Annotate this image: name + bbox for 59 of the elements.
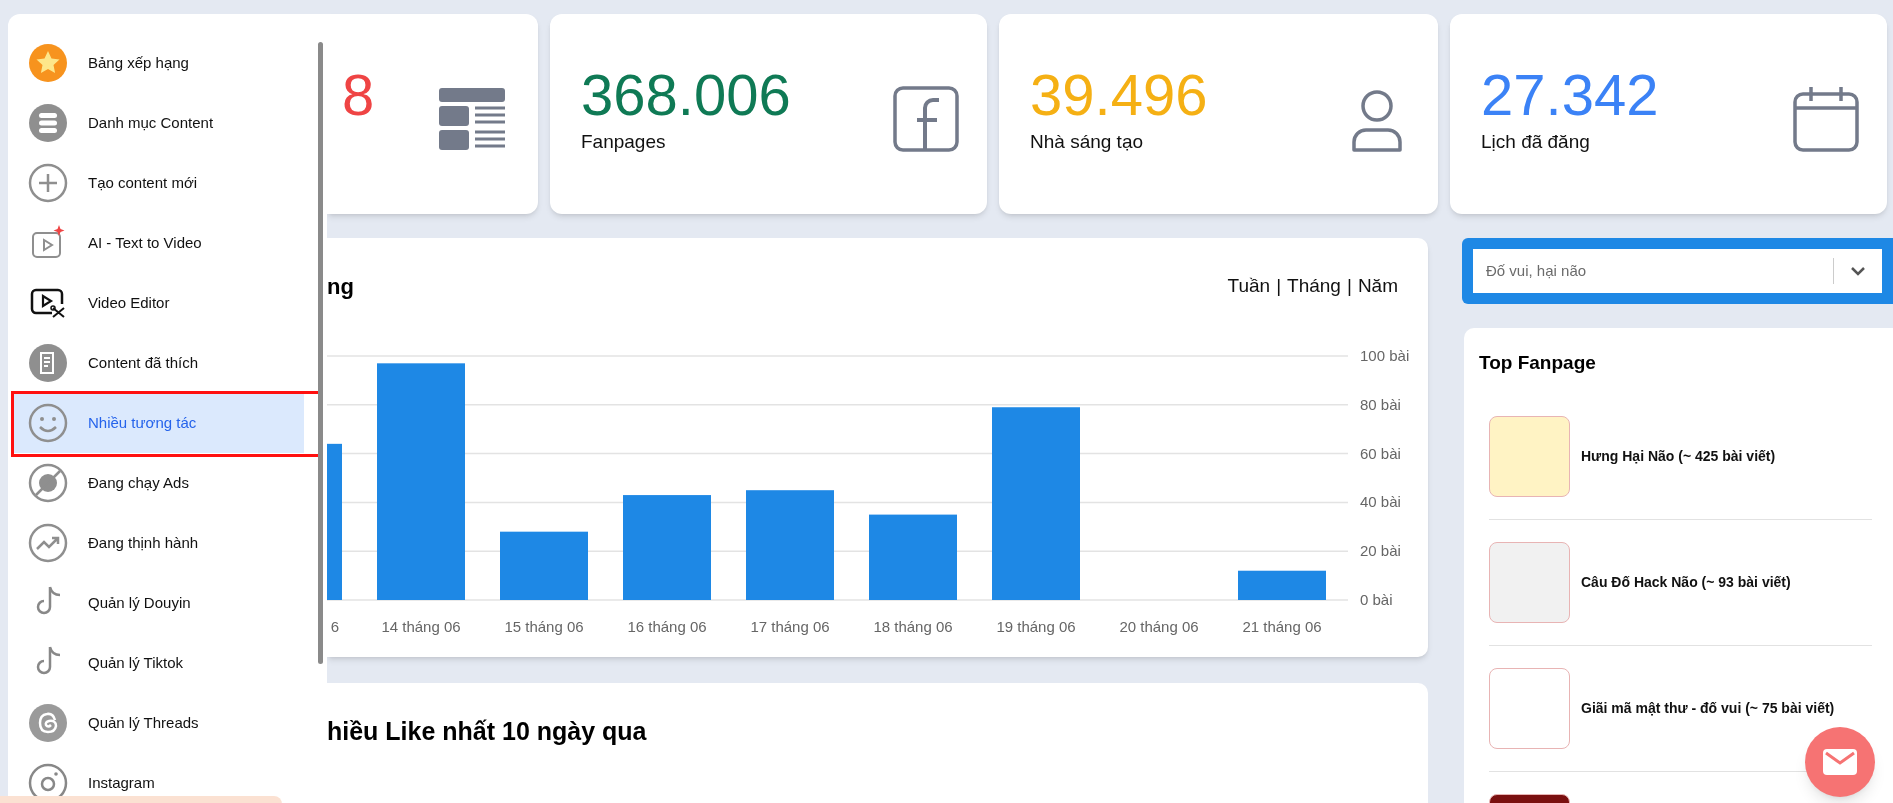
- section-title: hiều Like nhất 10 ngày qua: [327, 717, 647, 745]
- sidebar-item[interactable]: Quản lý Threads: [14, 693, 304, 753]
- axis-label: 100 bài: [1360, 347, 1410, 364]
- period-link[interactable]: Năm: [1357, 271, 1398, 301]
- axis-label: 0 bài: [1360, 591, 1393, 608]
- list-icon: [28, 103, 68, 143]
- period-link[interactable]: Tuần: [1227, 271, 1271, 301]
- mail-icon: [1823, 749, 1857, 775]
- fanpage-link[interactable]: Hưng Hại Não (~ 425 bài viết): [1581, 445, 1776, 467]
- calendar-icon: [1791, 84, 1861, 154]
- sidebar-item[interactable]: Danh mục Content: [14, 93, 304, 153]
- axis-label: 20 tháng 06: [1119, 618, 1199, 635]
- axis-label: 15 tháng 06: [504, 618, 584, 635]
- separator: |: [1346, 273, 1352, 298]
- card-title: Top Fanpage: [1479, 351, 1597, 375]
- fanpage-link[interactable]: Câu Đố Hack Não (~ 93 bài viết): [1581, 571, 1791, 593]
- document-icon: [28, 343, 68, 383]
- axis-label: 17 tháng 06: [750, 618, 830, 635]
- axis-label: 19 tháng 06: [996, 618, 1076, 635]
- sidebar-item[interactable]: Đang thịnh hành: [14, 513, 304, 573]
- stat-value: 27.342: [1481, 66, 1659, 124]
- sidebar-item[interactable]: Tạo content mới: [14, 153, 304, 213]
- sidebar-item[interactable]: AI - Text to Video: [14, 213, 304, 273]
- chart-title: ng: [327, 272, 354, 301]
- axis-label: 14 tháng 06: [381, 618, 461, 635]
- trend-icon: [28, 523, 68, 563]
- sidebar-item[interactable]: Instagram: [14, 753, 304, 803]
- ad-blocked-icon: [28, 463, 68, 503]
- stat-value: 368.006: [581, 66, 791, 124]
- sidebar-item[interactable]: Video Editor: [14, 273, 304, 333]
- sidebar-item[interactable]: Quản lý Douyin: [14, 573, 304, 633]
- sidebar-item[interactable]: Đang chạy Ads: [14, 453, 304, 513]
- smiley-icon: [28, 403, 68, 443]
- separator: |: [1276, 273, 1282, 298]
- sidebar-item[interactable]: Quản lý Tiktok: [14, 633, 304, 693]
- axis-label: 20 bài: [1360, 542, 1401, 560]
- sidebar-item[interactable]: Nhiều tương tác: [14, 393, 304, 453]
- sidebar-item[interactable]: Bảng xếp hạng: [14, 33, 304, 93]
- category-select[interactable]: Đố vui, hại não: [1462, 238, 1893, 304]
- plus-icon: [28, 163, 68, 203]
- facebook-icon: [891, 84, 961, 154]
- fanpage-link[interactable]: Giãi mã mật thư - đố vui (~ 75 bài viết): [1581, 697, 1835, 719]
- axis-label: 60 bài: [1360, 444, 1401, 462]
- stat-value: 8: [342, 66, 375, 124]
- axis-label: 80 bài: [1360, 395, 1401, 413]
- axis-label: 21 tháng 06: [1242, 618, 1322, 635]
- axis-label: 40 bài: [1360, 493, 1401, 511]
- scrollbar[interactable]: [318, 42, 323, 664]
- at-sign-icon: [28, 703, 68, 743]
- stat-label: Lịch đã đăng: [1481, 130, 1591, 154]
- axis-label: 18 tháng 06: [873, 618, 953, 635]
- axis-label: 6: [330, 618, 340, 635]
- axis-label: 16 tháng 06: [627, 618, 707, 635]
- period-link[interactable]: Tháng: [1287, 271, 1341, 301]
- stat-label: Fanpages: [581, 130, 667, 154]
- chevron-down-icon: [1850, 266, 1866, 276]
- stat-label: Nhà sáng tạo: [1030, 130, 1145, 154]
- sidebar-item[interactable]: Content đã thích: [14, 333, 304, 393]
- stat-value: 39.496: [1030, 66, 1208, 124]
